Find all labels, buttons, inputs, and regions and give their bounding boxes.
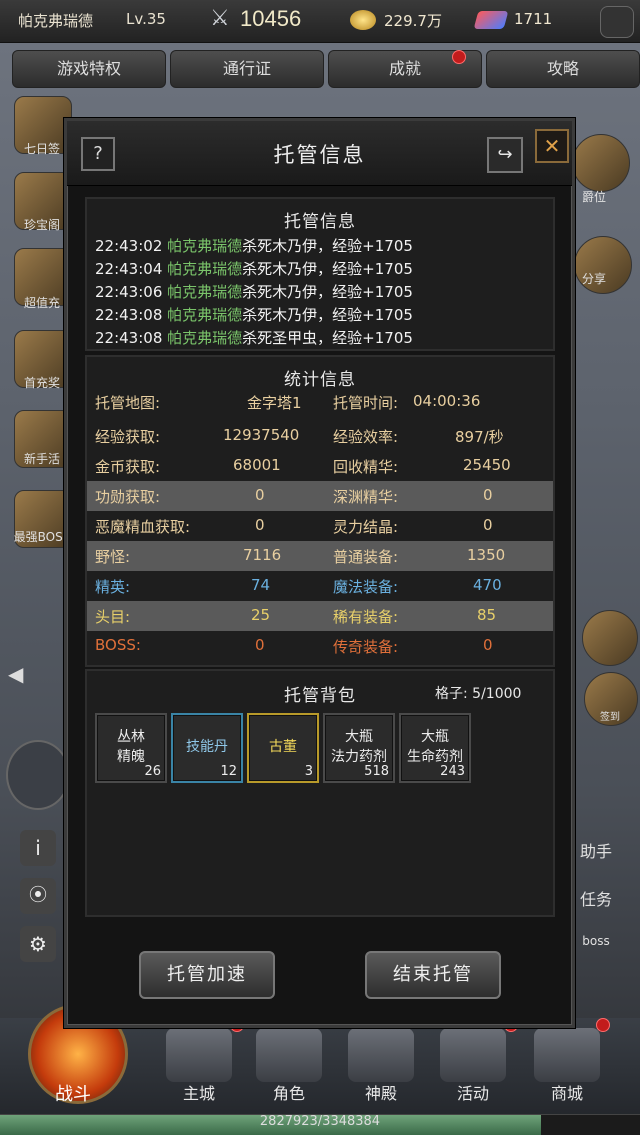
stats-row: 恶魔精血获取: 0 灵力结晶: 0 [95, 516, 493, 536]
nav-label: 神殿 [364, 1084, 397, 1103]
stats-row: 野怪: 7116 普通装备: 1350 [87, 541, 553, 571]
combat-power: 10456 [240, 6, 302, 31]
close-button[interactable]: ✕ [535, 129, 569, 163]
stats-row: 金币获取: 68001 回收精华: 25450 [95, 456, 511, 476]
log-line: 22:43:06 帕克弗瑞德杀死木乃伊，经验+1705 [95, 283, 413, 301]
menu-button[interactable] [600, 6, 634, 38]
location-icon[interactable]: ⦿ [20, 878, 56, 914]
gift-icon[interactable] [582, 610, 638, 666]
hosting-info-dialog: 托管信息 ? ↪ ✕ 托管信息 22:43:02 帕克弗瑞德杀死木乃伊，经验+1… [64, 118, 575, 1028]
stats-row: 经验获取: 12937540 经验效率: 897/秒 [95, 426, 504, 446]
help-button[interactable]: ? [81, 137, 115, 171]
log-section-title: 托管信息 [284, 212, 356, 232]
gem-amount: 1711 [514, 10, 553, 28]
tab-guide[interactable]: 攻略 [486, 50, 640, 88]
bag-item[interactable]: 丛林 精魄 26 [95, 713, 167, 783]
stats-row: 托管地图: 金字塔1 托管时间: 04:00:36 [95, 392, 481, 412]
settings-gear-icon[interactable]: ⚙ [20, 926, 56, 962]
gem-icon [473, 11, 509, 29]
bag-item[interactable]: 古董 3 [247, 713, 319, 783]
player-level: Lv.35 [126, 10, 166, 28]
temple-icon[interactable] [348, 1028, 414, 1082]
stats-row: 精英: 74 魔法装备: 470 [95, 576, 502, 596]
collapse-arrow-icon[interactable]: ◀ [8, 662, 23, 686]
gold-coin-icon [350, 10, 376, 30]
speedup-button[interactable]: 托管加速 [139, 951, 275, 999]
crossed-swords-icon: ⚔ [210, 6, 230, 31]
stats-panel: 统计信息 托管地图: 金字塔1 托管时间: 04:00:36 经验获取: 129… [85, 355, 555, 667]
stats-row: 功勋获取: 0 深渊精华: 0 [87, 481, 553, 511]
log-line: 22:43:04 帕克弗瑞德杀死木乃伊，经验+1705 [95, 260, 413, 278]
side-label: 签到 [600, 712, 620, 723]
stats-row: BOSS: 0 传奇装备: 0 [95, 636, 493, 656]
bag-item[interactable]: 大瓶 生命药剂 243 [399, 713, 471, 783]
activity-icon[interactable] [440, 1028, 506, 1082]
main-city-icon[interactable] [166, 1028, 232, 1082]
stats-row: 头目: 25 稀有装备: 85 [87, 601, 553, 631]
top-status-bar: 帕克弗瑞德 Lv.35 ⚔ 10456 229.7万 1711 [0, 0, 640, 43]
shop-diamond-icon[interactable] [534, 1028, 600, 1082]
nav-label: 主城 [182, 1084, 215, 1103]
log-line: 22:43:08 帕克弗瑞德杀死圣甲虫，经验+1705 [95, 329, 413, 347]
bag-item[interactable]: 大瓶 法力药剂 518 [323, 713, 395, 783]
notification-dot [452, 50, 466, 64]
log-line: 22:43:08 帕克弗瑞德杀死木乃伊，经验+1705 [95, 306, 413, 324]
player-name: 帕克弗瑞德 [18, 12, 94, 30]
bag-icon[interactable] [6, 740, 70, 810]
gold-amount: 229.7万 [384, 12, 442, 30]
log-line: 22:43:02 帕克弗瑞德杀死木乃伊，经验+1705 [95, 237, 413, 255]
rank-icon[interactable] [572, 134, 630, 192]
bag-item[interactable]: 技能丹 12 [171, 713, 243, 783]
info-icon[interactable]: i [20, 830, 56, 866]
bag-panel: 托管背包 格子: 5/1000 丛林 精魄 26 技能丹 12 古董 3 大瓶 法力… [85, 669, 555, 917]
nav-label: 活动 [456, 1084, 489, 1103]
log-panel: 托管信息 22:43:02 帕克弗瑞德杀死木乃伊，经验+1705 22:43:0… [85, 197, 555, 351]
end-hosting-button[interactable]: 结束托管 [365, 951, 501, 999]
nav-label: 商城 [550, 1084, 583, 1103]
xp-text: 2827923/3348384 [259, 1114, 381, 1129]
nav-label: 角色 [272, 1084, 305, 1103]
notification-dot [596, 1018, 610, 1032]
tab-game-privilege[interactable]: 游戏特权 [12, 50, 166, 88]
battle-label: 战斗 [55, 1084, 91, 1105]
bag-capacity: 格子: 5/1000 [435, 686, 522, 702]
character-icon[interactable] [256, 1028, 322, 1082]
tab-pass[interactable]: 通行证 [170, 50, 324, 88]
share-arrow-icon[interactable]: ↪ [487, 137, 523, 173]
